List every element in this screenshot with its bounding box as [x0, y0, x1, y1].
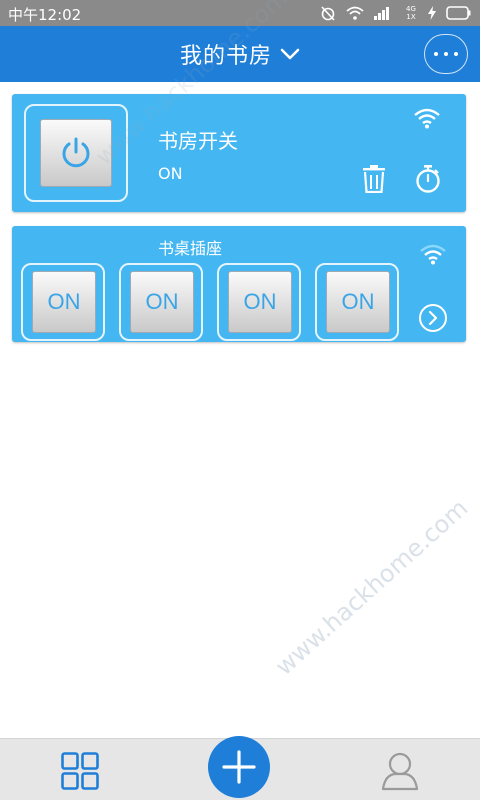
user-icon[interactable] — [380, 749, 420, 793]
watermark: www.hackhome.com — [270, 494, 473, 681]
status-time: 中午12:02 — [8, 6, 82, 24]
wifi-icon — [412, 106, 442, 130]
power-button[interactable] — [40, 119, 112, 187]
add-device-button[interactable] — [208, 736, 270, 798]
device-name: 书桌插座 — [158, 239, 223, 258]
outlet-label: ON — [341, 289, 375, 314]
outlet-label: ON — [243, 289, 277, 314]
network-type-label: 4G 1X — [406, 5, 416, 21]
more-dot-icon — [444, 52, 448, 56]
watermark-text: www.hackhome.com — [270, 493, 474, 681]
grid-icon[interactable] — [60, 751, 100, 791]
signal-icon — [374, 6, 394, 20]
trash-icon[interactable] — [360, 164, 388, 194]
battery-icon — [446, 6, 472, 20]
status-icons: 4G 1X — [320, 4, 472, 22]
device-state: ON — [158, 164, 183, 183]
wifi-icon — [418, 242, 448, 266]
outlet-2-button[interactable]: ON — [130, 271, 194, 333]
chevron-down-icon — [280, 48, 300, 60]
outlet-1-button[interactable]: ON — [32, 271, 96, 333]
outlet-label: ON — [47, 289, 81, 314]
alarm-off-icon — [320, 5, 336, 21]
outlet-label: ON — [145, 289, 179, 314]
plus-icon — [222, 750, 256, 784]
more-button[interactable] — [424, 34, 468, 74]
chevron-right-circle-icon[interactable] — [417, 302, 449, 334]
device-card-switch[interactable]: 书房开关 ON — [12, 94, 466, 212]
outlet-3-button[interactable]: ON — [228, 271, 292, 333]
page-title: 我的书房 — [179, 44, 272, 69]
power-icon — [41, 120, 111, 186]
device-card-outlet[interactable]: 书桌插座 ON ON ON ON — [12, 226, 466, 342]
more-dot-icon — [434, 52, 438, 56]
wifi-status-icon — [346, 6, 364, 20]
room-selector[interactable]: 我的书房 — [0, 26, 480, 82]
device-name: 书房开关 — [158, 129, 238, 153]
charging-icon — [428, 6, 436, 20]
timer-icon[interactable] — [414, 164, 442, 194]
outlet-4-button[interactable]: ON — [326, 271, 390, 333]
title-bar: 我的书房 — [0, 26, 480, 82]
more-dot-icon — [454, 52, 458, 56]
status-bar: 中午12:02 4G 1X — [0, 0, 480, 26]
